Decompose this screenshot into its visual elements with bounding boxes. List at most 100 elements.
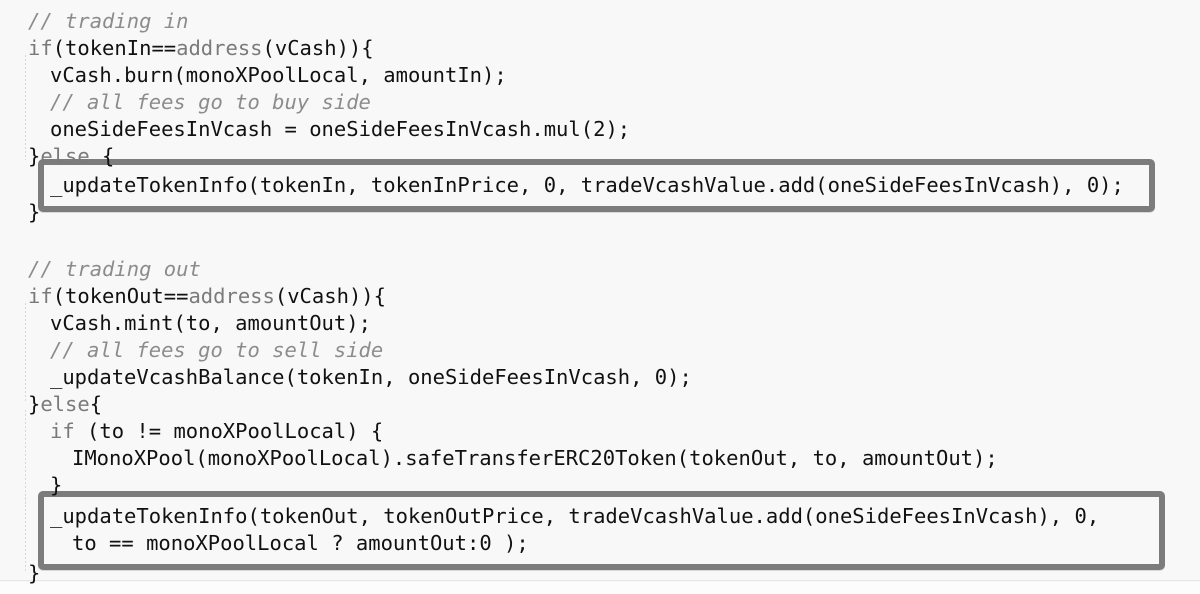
identifier-token: burn	[124, 63, 174, 87]
identifier-token: tokenIn	[259, 173, 347, 197]
punctuation-token: ,	[210, 311, 236, 335]
keyword-token: address	[176, 36, 263, 60]
punctuation-token: (	[173, 311, 186, 335]
code-line[interactable]: if(tokenIn==address(vCash)){	[28, 35, 374, 61]
code-line[interactable]: vCash.mint(to, amountOut);	[50, 310, 371, 336]
punctuation-token: (	[52, 284, 66, 308]
identifier-token: tokenOut	[259, 504, 359, 528]
identifier-token: tokenIn	[65, 36, 152, 60]
punctuation-token: ,	[837, 446, 862, 470]
punctuation-token: (	[195, 446, 208, 470]
punctuation-token: (	[274, 284, 288, 308]
code-line[interactable]: to == monoXPoolLocal ? amountOut:0 );	[72, 530, 529, 556]
punctuation-token: =	[272, 117, 310, 141]
code-line[interactable]: _updateVcashBalance(tokenIn, oneSideFees…	[50, 364, 692, 390]
punctuation-token: }	[50, 473, 63, 497]
identifier-token: IMonoXPool	[72, 446, 196, 470]
punctuation-token: );	[491, 531, 529, 555]
code-line[interactable]: // all fees go to sell side	[50, 337, 383, 363]
number-token: 0	[654, 365, 668, 389]
number-token: 2	[593, 117, 606, 141]
punctuation-token: (	[262, 36, 275, 60]
code-line[interactable]: vCash.burn(monoXPoolLocal, amountIn);	[50, 62, 507, 88]
identifier-token: oneSideFeesInVcash	[815, 504, 1038, 528]
identifier-token: safeTransferERC20Token	[405, 446, 677, 470]
punctuation-token: ?	[318, 531, 356, 555]
identifier-token: tradeVcashValue	[580, 173, 766, 197]
punctuation-token: .	[753, 504, 766, 528]
punctuation-token: );	[1099, 173, 1124, 197]
punctuation-token: );	[667, 365, 692, 389]
punctuation-token: ,	[630, 365, 655, 389]
punctuation-token: ,	[787, 446, 813, 470]
punctuation-token: .	[531, 117, 544, 141]
comment-token: // trading out	[28, 257, 201, 281]
code-line[interactable]: }	[28, 560, 40, 586]
code-line[interactable]: if(tokenOut==address(vCash)){	[28, 283, 386, 309]
code-line[interactable]: oneSideFeesInVcash = oneSideFeesInVcash.…	[50, 116, 630, 142]
punctuation-token: .	[111, 311, 125, 335]
keyword-token: address	[188, 284, 275, 308]
punctuation-token: (	[74, 419, 100, 443]
punctuation-token: }	[28, 561, 41, 585]
punctuation-token: (	[802, 504, 816, 528]
punctuation-token: {	[89, 144, 115, 168]
identifier-token: _updateTokenInfo	[50, 504, 248, 528]
number-token: 0	[479, 531, 492, 555]
code-screenshot-stage: // trading in if(tokenIn==address(vCash))…	[0, 0, 1200, 594]
code-line[interactable]: _updateTokenInfo(tokenOut, tokenOutPrice…	[50, 503, 1099, 529]
keyword-token: if	[50, 419, 75, 443]
identifier-token: to	[812, 446, 838, 470]
punctuation-token: }	[28, 200, 41, 224]
identifier-token: mint	[124, 311, 174, 335]
number-token: 0	[1086, 173, 1100, 197]
punctuation-token: ,	[358, 504, 384, 528]
punctuation-token: .	[765, 173, 779, 197]
punctuation-token: ==	[151, 36, 177, 60]
code-line[interactable]: if (to != monoXPoolLocal) {	[50, 418, 383, 444]
code-line[interactable]: }	[28, 199, 40, 225]
punctuation-token: ==	[163, 284, 189, 308]
punctuation-token: (	[52, 36, 66, 60]
punctuation-token: (	[580, 117, 594, 141]
identifier-token: amountOut	[861, 446, 974, 470]
punctuation-token: );	[346, 311, 371, 335]
punctuation-token: ,	[543, 504, 569, 528]
identifier-token: _updateTokenInfo	[50, 173, 248, 197]
punctuation-token: (	[173, 63, 186, 87]
identifier-token: add	[765, 504, 803, 528]
code-line[interactable]: }else {	[28, 143, 114, 169]
identifier-token: oneSideFeesInVcash	[827, 173, 1050, 197]
code-line[interactable]: IMonoXPool(monoXPoolLocal).safeTransferE…	[72, 445, 998, 471]
punctuation-token: }	[28, 144, 41, 168]
code-line[interactable]: // trading in	[28, 8, 188, 34]
keyword-token: else	[40, 392, 90, 416]
identifier-token: vCash	[50, 311, 112, 335]
keyword-token: else	[40, 144, 90, 168]
punctuation-token: ),	[1037, 504, 1075, 528]
punctuation-token: );	[482, 63, 507, 87]
identifier-token: to	[72, 531, 97, 555]
code-block[interactable]: // trading in if(tokenIn==address(vCash))…	[0, 0, 1200, 594]
code-line[interactable]: // trading out	[28, 256, 201, 282]
keyword-token: if	[28, 36, 53, 60]
identifier-token: oneSideFeesInVcash	[50, 117, 273, 141]
punctuation-token: (	[676, 446, 690, 470]
identifier-token: amountOut	[235, 311, 347, 335]
identifier-token: monoXPoolLocal	[173, 419, 347, 443]
punctuation-token: ),	[1049, 173, 1087, 197]
punctuation-token: );	[605, 117, 631, 141]
code-line[interactable]: _updateTokenInfo(tokenIn, tokenInPrice, …	[50, 172, 1124, 198]
code-line[interactable]: }else{	[28, 391, 102, 417]
code-line[interactable]: }	[50, 472, 62, 498]
identifier-token: vCash	[274, 36, 337, 60]
punctuation-token: ,	[519, 173, 544, 197]
comment-token: // all fees go to sell side	[50, 338, 384, 362]
punctuation-token: ==	[96, 531, 147, 555]
identifier-token: tokenInPrice	[370, 173, 520, 197]
identifier-token: tokenOut	[65, 284, 164, 308]
punctuation-token: ,	[1086, 504, 1100, 528]
punctuation-token: ,	[358, 63, 384, 87]
code-line[interactable]: // all fees go to buy side	[50, 89, 371, 115]
punctuation-token: );	[973, 446, 998, 470]
